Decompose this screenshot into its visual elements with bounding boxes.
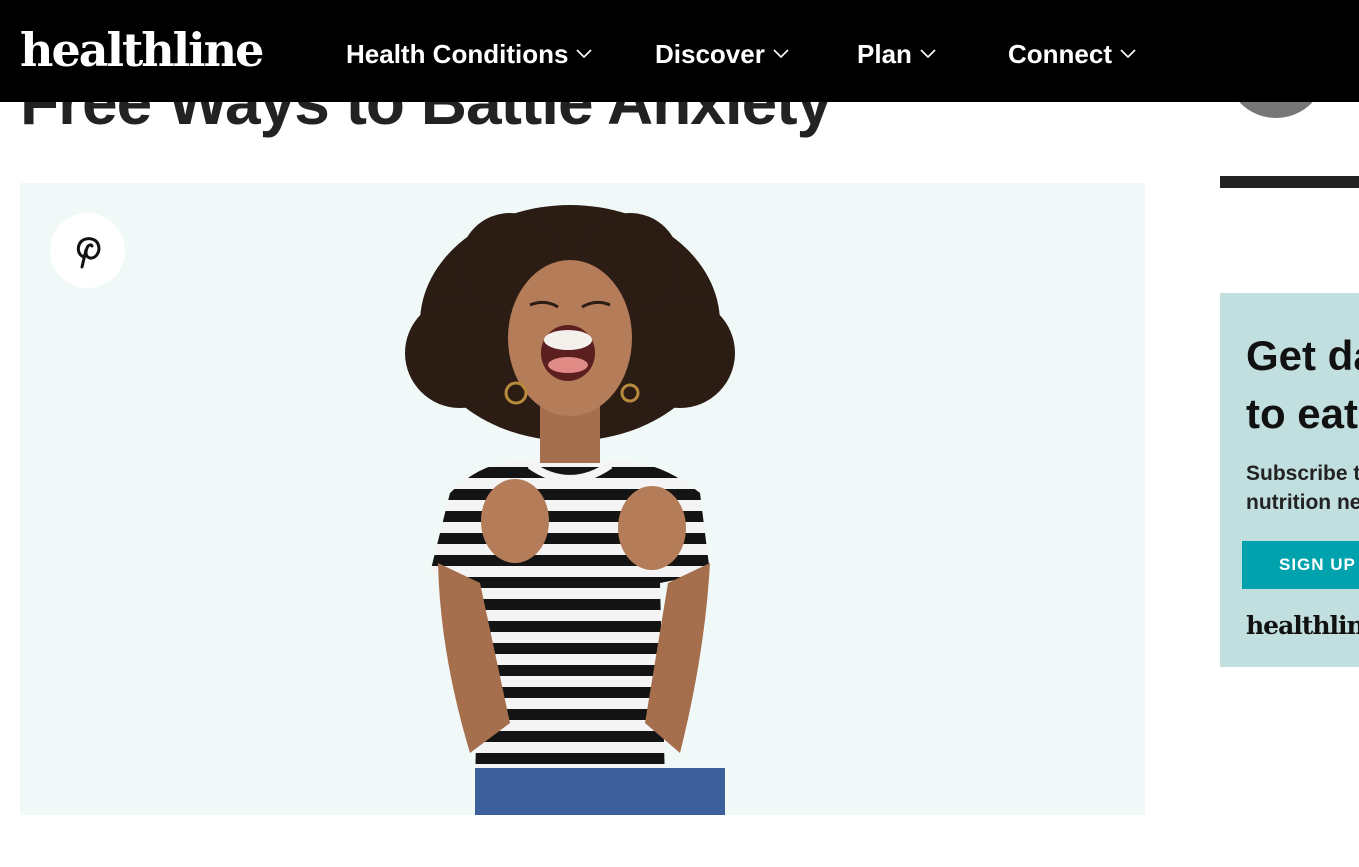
chevron-down-icon bbox=[920, 49, 936, 59]
chevron-down-icon bbox=[773, 49, 789, 59]
sign-up-button[interactable]: SIGN UP bbox=[1242, 541, 1359, 589]
cheering-woman-photo bbox=[405, 205, 735, 815]
top-nav: healthline Health Conditions Discover Pl… bbox=[0, 0, 1359, 102]
nav-health-conditions[interactable]: Health Conditions bbox=[346, 38, 593, 70]
nav-discover[interactable]: Discover bbox=[655, 38, 789, 70]
ad-headline: Get da to eat bbox=[1246, 332, 1359, 437]
nav-connect[interactable]: Connect bbox=[1008, 38, 1136, 70]
nav-item-label: Connect bbox=[1008, 38, 1112, 69]
healthline-logo[interactable]: healthline bbox=[20, 22, 264, 78]
chevron-down-icon bbox=[1120, 49, 1136, 59]
chevron-down-icon bbox=[576, 49, 593, 59]
nav-plan[interactable]: Plan bbox=[857, 38, 936, 70]
section-divider bbox=[1220, 176, 1359, 188]
ad-healthline-logo: healthline bbox=[1246, 611, 1359, 640]
nav-item-label: Health Conditions bbox=[346, 38, 569, 69]
nav-item-label: Plan bbox=[857, 38, 912, 69]
nav-item-label: Discover bbox=[655, 38, 765, 69]
ad-subtext: Subscribe t nutrition ne bbox=[1246, 462, 1359, 514]
pinterest-save-button[interactable] bbox=[50, 213, 125, 288]
hero-image bbox=[20, 183, 1145, 815]
newsletter-ad: Get da to eat Subscribe t nutrition ne S… bbox=[1220, 293, 1359, 667]
pinterest-icon bbox=[76, 236, 100, 268]
